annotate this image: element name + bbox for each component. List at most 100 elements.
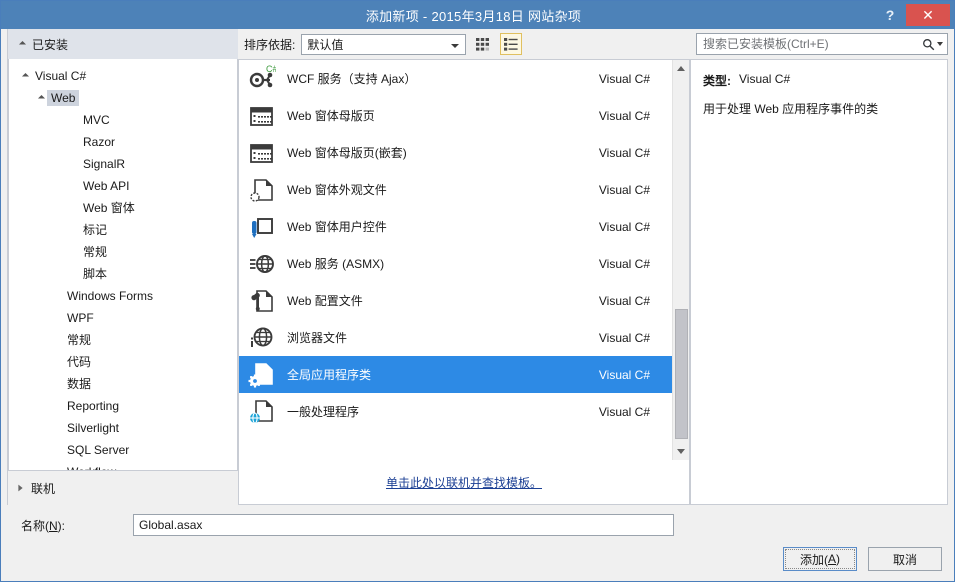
browser-file-icon	[245, 322, 277, 354]
sidebar-item-label: Visual C#	[35, 69, 87, 83]
chevron-down-icon	[18, 40, 27, 48]
online-templates-link-bar: 单击此处以联机并查找模板。	[239, 460, 689, 504]
sidebar-item-windows-forms[interactable]: Windows Forms	[9, 285, 237, 307]
grid-view-icon[interactable]	[472, 33, 494, 55]
templates-list-area: C# WCF 服务（支持 Ajax） Visual C# Web 窗体母版页 Visua…	[239, 60, 689, 460]
toolbar-right	[696, 33, 954, 55]
sidebar-item-label: SignalR	[83, 157, 126, 171]
sidebar-item-[interactable]: 脚本	[9, 263, 237, 285]
name-label: 名称(N):	[21, 518, 66, 533]
template-list-item[interactable]: Web 窗体母版页 Visual C#	[239, 97, 672, 134]
chevron-down-icon	[451, 43, 460, 48]
sidebar-item-online[interactable]: 联机	[8, 471, 238, 505]
template-language: Visual C#	[598, 404, 650, 419]
scroll-up-button[interactable]	[672, 60, 689, 77]
sidebar-item-workflow[interactable]: Workflow	[9, 461, 237, 470]
name-input[interactable]	[133, 514, 674, 536]
template-language: Visual C#	[598, 293, 650, 308]
details-type-row: 类型: Visual C#	[703, 72, 937, 89]
template-language: Visual C#	[598, 108, 650, 123]
sidebar-item-razor[interactable]: Razor	[9, 131, 237, 153]
template-language: Visual C#	[598, 182, 650, 197]
scrollbar-thumb[interactable]	[674, 309, 688, 439]
sidebar-item-label: 标记	[83, 223, 108, 237]
template-name: Web 窗体母版页(嵌套)	[287, 146, 407, 160]
sidebar-item-mvc[interactable]: MVC	[9, 109, 237, 131]
sidebar-item-web[interactable]: Web 窗体	[9, 197, 237, 219]
category-tree[interactable]: Visual C# Web MVC Razor SignalR Web API Web 窗体…	[8, 59, 238, 471]
scroll-down-button[interactable]	[672, 443, 689, 460]
sidebar-item-[interactable]: 代码	[9, 351, 237, 373]
name-row: 名称(N):	[7, 505, 948, 539]
config-file-icon	[245, 285, 277, 317]
template-name: 全局应用程序类	[287, 368, 372, 382]
search-icon-wrap	[922, 38, 943, 51]
installed-header[interactable]: 已安装	[7, 29, 238, 59]
template-language: Visual C#	[598, 145, 650, 160]
close-button[interactable]: ✕	[906, 4, 950, 26]
sidebar-item-reporting[interactable]: Reporting	[9, 395, 237, 417]
web-service-icon	[245, 248, 277, 280]
online-label: 联机	[31, 481, 56, 496]
sidebar-item-visual-c[interactable]: Visual C#	[9, 65, 237, 87]
template-name: 一般处理程序	[287, 405, 360, 419]
chevron-right-icon	[18, 484, 23, 492]
template-list-item[interactable]: Web 服务 (ASMX) Visual C#	[239, 245, 672, 282]
template-list-item[interactable]: 全局应用程序类 Visual C#	[239, 356, 672, 393]
template-list-item[interactable]: 浏览器文件 Visual C#	[239, 319, 672, 356]
templates-scrollbar[interactable]	[672, 60, 689, 460]
sidebar-item-label: Silverlight	[67, 421, 120, 435]
sidebar-item-label: 常规	[83, 245, 108, 259]
template-list-item[interactable]: Web 窗体母版页(嵌套) Visual C#	[239, 134, 672, 171]
details-type-value: Visual C#	[739, 72, 791, 86]
chevron-down-icon[interactable]	[937, 42, 943, 46]
installed-label: 已安装	[32, 37, 69, 52]
search-box[interactable]	[696, 33, 948, 55]
template-list-item[interactable]: Web 窗体外观文件 Visual C#	[239, 171, 672, 208]
sidebar-item-label: 脚本	[83, 267, 108, 281]
template-list-item[interactable]: 一般处理程序 Visual C#	[239, 393, 672, 430]
sidebar-item-signalr[interactable]: SignalR	[9, 153, 237, 175]
global-app-class-icon	[245, 359, 277, 391]
generic-handler-icon	[245, 396, 277, 428]
details-pane: 类型: Visual C# 用于处理 Web 应用程序事件的类	[690, 59, 948, 505]
cancel-button[interactable]: 取消	[868, 547, 942, 571]
sidebar-item-web-api[interactable]: Web API	[9, 175, 237, 197]
scrollbar-track[interactable]	[672, 77, 689, 443]
sidebar-item-silverlight[interactable]: Silverlight	[9, 417, 237, 439]
chevron-down-icon	[35, 94, 47, 102]
template-language: Visual C#	[598, 330, 650, 345]
templates-list[interactable]: C# WCF 服务（支持 Ajax） Visual C# Web 窗体母版页 Visua…	[239, 60, 672, 460]
template-list-item[interactable]: Web 配置文件 Visual C#	[239, 282, 672, 319]
sort-by-select[interactable]: 默认值	[301, 33, 467, 55]
sidebar-item-label: 数据	[67, 377, 92, 391]
sidebar-item-label: SQL Server	[67, 443, 130, 457]
template-list-item[interactable]: C# WCF 服务（支持 Ajax） Visual C#	[239, 60, 672, 97]
template-name: WCF 服务（支持 Ajax）	[287, 72, 417, 86]
skin-file-icon	[245, 174, 277, 206]
sidebar-item-sql-server[interactable]: SQL Server	[9, 439, 237, 461]
sidebar-item-[interactable]: 标记	[9, 219, 237, 241]
sidebar-item-web[interactable]: Web	[9, 87, 237, 109]
search-icon	[923, 38, 935, 50]
list-view-icon[interactable]	[500, 33, 523, 55]
sidebar-item-[interactable]: 常规	[9, 329, 237, 351]
help-button[interactable]: ?	[876, 1, 904, 29]
find-online-templates-link[interactable]: 单击此处以联机并查找模板。	[386, 474, 542, 491]
template-name: 浏览器文件	[287, 331, 348, 345]
template-name: Web 窗体外观文件	[287, 183, 387, 197]
sidebar-item-label: Web 窗体	[83, 201, 135, 215]
sidebar-item-label: Reporting	[67, 399, 120, 413]
add-button[interactable]: 添加(A)	[783, 547, 857, 571]
title-bar-buttons: ? ✕	[876, 1, 954, 29]
search-input[interactable]	[703, 37, 922, 51]
details-description: 用于处理 Web 应用程序事件的类	[703, 102, 879, 116]
template-name: Web 服务 (ASMX)	[287, 257, 385, 271]
toolbar-center: 排序依据: 默认值	[238, 29, 696, 59]
template-list-item[interactable]: Web 窗体用户控件 Visual C#	[239, 208, 672, 245]
sidebar-item-wpf[interactable]: WPF	[9, 307, 237, 329]
chevron-down-icon	[19, 72, 31, 80]
dialog-buttons: 添加(A) 取消	[783, 547, 942, 571]
sidebar-item-[interactable]: 常规	[9, 241, 237, 263]
sidebar-item-[interactable]: 数据	[9, 373, 237, 395]
